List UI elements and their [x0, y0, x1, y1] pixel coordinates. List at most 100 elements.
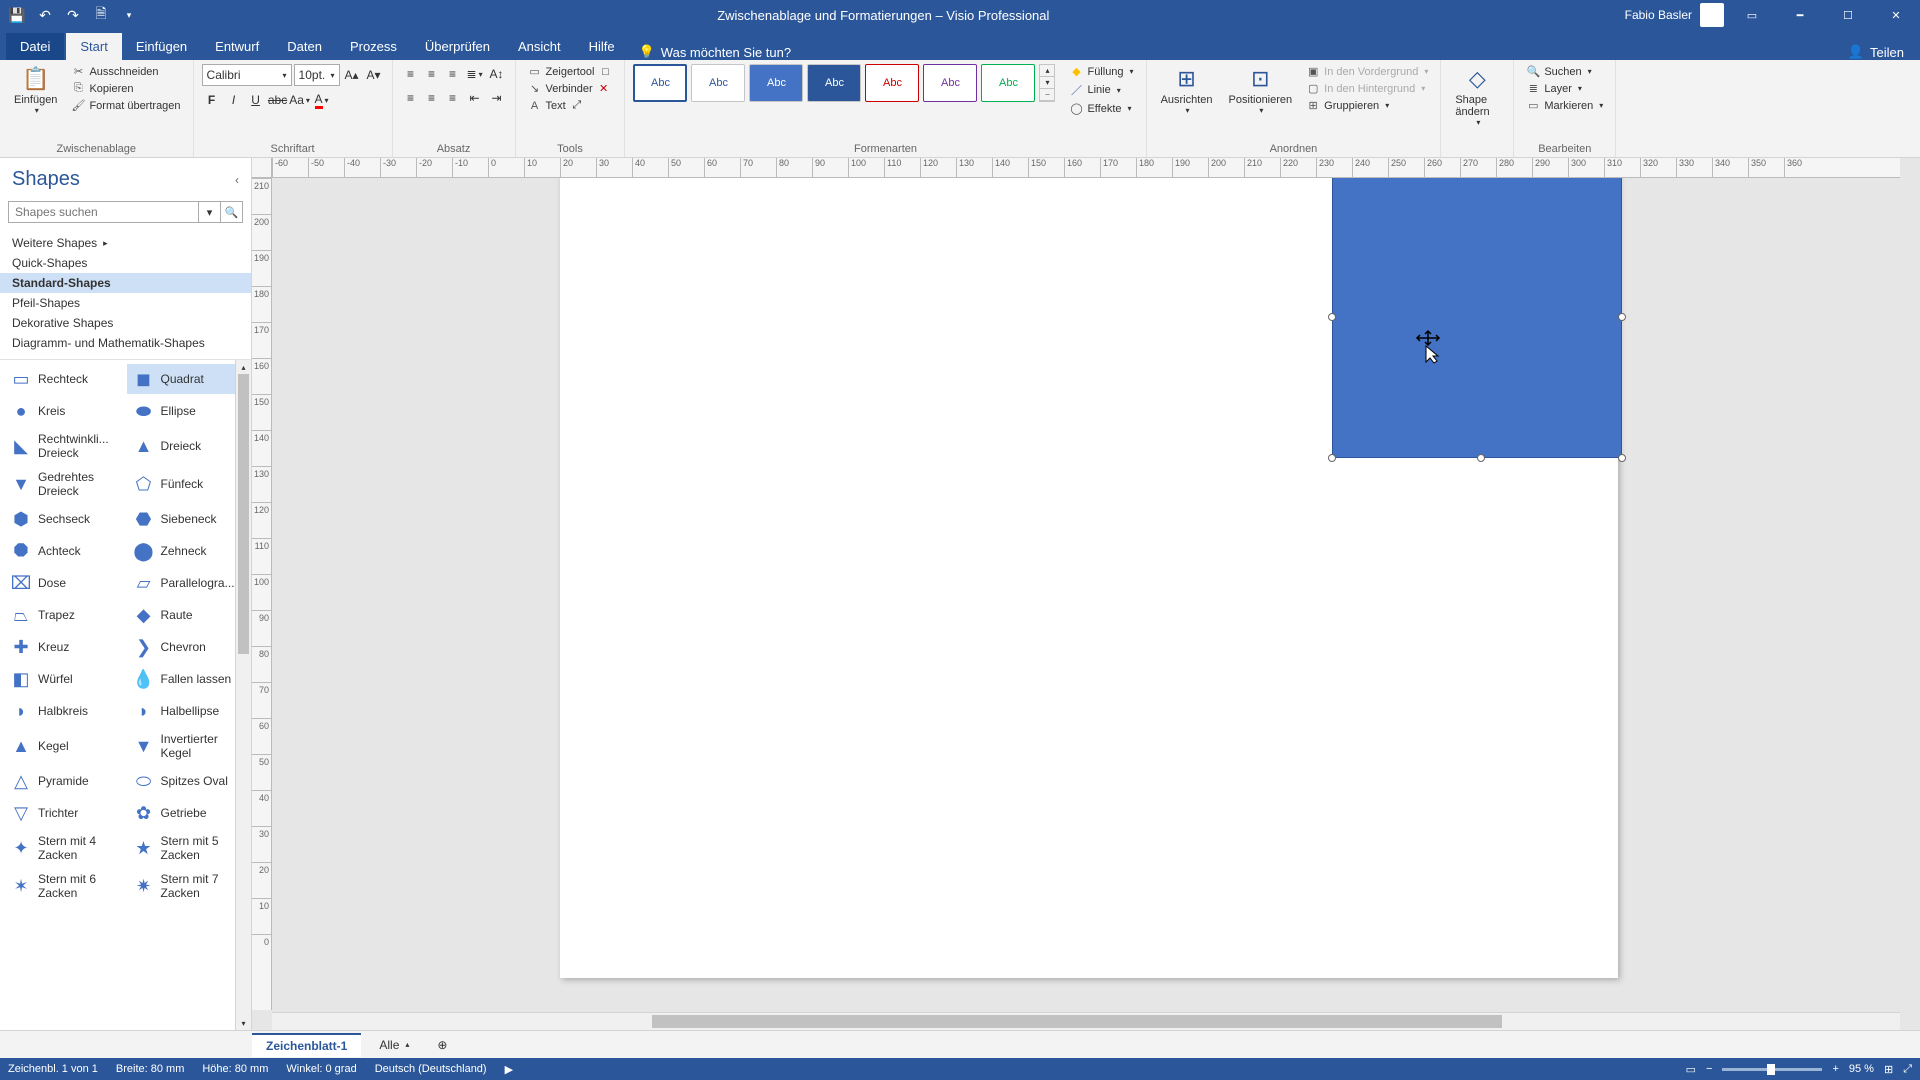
shape-item-stern-mit-zacken[interactable]: ✷Stern mit 7 Zacken: [127, 868, 248, 904]
shrink-font-button[interactable]: A▾: [364, 65, 384, 85]
tab-datei[interactable]: Datei: [6, 33, 64, 60]
handle-e[interactable]: [1618, 313, 1626, 321]
send-back-button[interactable]: ▢In den Hintergrund▾: [1302, 81, 1432, 96]
style-1[interactable]: Abc: [633, 64, 687, 102]
find-button[interactable]: 🔍Suchen▾: [1522, 64, 1607, 79]
close-button[interactable]: ✕: [1876, 0, 1916, 30]
fullscreen-button[interactable]: ⤢: [1903, 1063, 1912, 1076]
shape-item-kreis[interactable]: ●Kreis: [4, 396, 125, 426]
share-button[interactable]: 👤 Teilen: [1832, 44, 1920, 60]
style-2[interactable]: Abc: [691, 64, 745, 102]
font-size-combo[interactable]: 10pt.▾: [294, 64, 340, 86]
shape-item-w-rfel[interactable]: ◧Würfel: [4, 664, 125, 694]
tab-einfuegen[interactable]: Einfügen: [122, 33, 201, 60]
layer-button[interactable]: ≣Layer▾: [1522, 81, 1607, 96]
shape-item-achteck[interactable]: ⯃Achteck: [4, 536, 125, 566]
shape-item-invertierter-kegel[interactable]: ▼Invertierter Kegel: [127, 728, 248, 764]
underline-button[interactable]: U: [246, 90, 266, 110]
shapes-scrollbar[interactable]: ▴ ▾: [235, 360, 251, 1030]
tab-entwurf[interactable]: Entwurf: [201, 33, 273, 60]
shape-item-getriebe[interactable]: ✿Getriebe: [127, 798, 248, 828]
bold-button[interactable]: F: [202, 90, 222, 110]
zoom-in-button[interactable]: +: [1832, 1063, 1838, 1075]
decrease-indent[interactable]: ⇤: [465, 88, 485, 108]
canvas-area[interactable]: -60-50-40-30-20-100102030405060708090100…: [252, 158, 1920, 1030]
fit-page-button[interactable]: ⊞: [1884, 1063, 1893, 1076]
effects-button[interactable]: ◯Effekte▾: [1065, 101, 1137, 116]
hscroll-thumb[interactable]: [652, 1015, 1502, 1028]
shape-item-halbkreis[interactable]: ◗Halbkreis: [4, 696, 125, 726]
page-tab-1[interactable]: Zeichenblatt-1: [252, 1033, 361, 1057]
shape-item-f-nfeck[interactable]: ⬠Fünfeck: [127, 466, 248, 502]
collapse-panel-button[interactable]: ‹: [235, 173, 239, 187]
undo-button[interactable]: ↶: [32, 2, 58, 28]
search-dropdown[interactable]: ▾: [199, 201, 221, 223]
macro-icon[interactable]: ▶: [505, 1063, 513, 1076]
shape-item-stern-mit-zacken[interactable]: ✦Stern mit 4 Zacken: [4, 830, 125, 866]
tab-ansicht[interactable]: Ansicht: [504, 33, 575, 60]
align-top-right[interactable]: ≡: [443, 64, 463, 84]
style-5[interactable]: Abc: [865, 64, 919, 102]
horizontal-ruler[interactable]: -60-50-40-30-20-100102030405060708090100…: [272, 158, 1900, 178]
shape-item-zehneck[interactable]: ⬤Zehneck: [127, 536, 248, 566]
style-3[interactable]: Abc: [749, 64, 803, 102]
minimize-button[interactable]: ━: [1780, 0, 1820, 30]
shape-item-halbellipse[interactable]: ◗Halbellipse: [127, 696, 248, 726]
text-direction-button[interactable]: A↕: [487, 64, 507, 84]
presentation-mode[interactable]: ▭: [1686, 1063, 1696, 1076]
shape-item-stern-mit-zacken[interactable]: ★Stern mit 5 Zacken: [127, 830, 248, 866]
font-color-button[interactable]: A▾: [312, 90, 332, 110]
case-button[interactable]: Aa▾: [290, 90, 310, 110]
tell-me-search[interactable]: 💡 Was möchten Sie tun?: [629, 44, 802, 60]
gallery-scroll[interactable]: ▴▾⎯: [1039, 64, 1055, 102]
save-button[interactable]: 💾: [4, 2, 30, 28]
zoom-out-button[interactable]: −: [1706, 1063, 1712, 1075]
handle-sw[interactable]: [1328, 454, 1336, 462]
shape-item-raute[interactable]: ◆Raute: [127, 600, 248, 630]
all-pages-tab[interactable]: Alle▴: [369, 1034, 419, 1056]
scroll-thumb[interactable]: [238, 374, 249, 654]
connector-tool[interactable]: ↘Verbinder✕: [524, 81, 617, 96]
shape-item-trichter[interactable]: ▽Trichter: [4, 798, 125, 828]
shape-item-dose[interactable]: ⌧Dose: [4, 568, 125, 598]
style-6[interactable]: Abc: [923, 64, 977, 102]
tab-prozess[interactable]: Prozess: [336, 33, 411, 60]
fill-button[interactable]: ◆Füllung▾: [1065, 64, 1137, 79]
shape-item-kegel[interactable]: ▲Kegel: [4, 728, 125, 764]
grow-font-button[interactable]: A▴: [342, 65, 362, 85]
italic-button[interactable]: I: [224, 90, 244, 110]
shape-item-pyramide[interactable]: △Pyramide: [4, 766, 125, 796]
stencil-2[interactable]: Standard-Shapes: [0, 273, 251, 293]
new-page-button[interactable]: ⊕: [427, 1034, 457, 1056]
bring-front-button[interactable]: ▣In den Vordergrund▾: [1302, 64, 1432, 79]
group-button[interactable]: ⊞Gruppieren▾: [1302, 98, 1432, 113]
canvas[interactable]: [272, 178, 1900, 1010]
shape-item-trapez[interactable]: ⏢Trapez: [4, 600, 125, 630]
strikethrough-button[interactable]: abc: [268, 90, 288, 110]
align-center[interactable]: ≡: [422, 88, 442, 108]
cut-button[interactable]: ✂Ausschneiden: [67, 64, 184, 79]
shape-item-fallen-lassen[interactable]: 💧Fallen lassen: [127, 664, 248, 694]
style-gallery[interactable]: Abc Abc Abc Abc Abc Abc Abc ▴▾⎯: [633, 64, 1055, 102]
shape-item-ellipse[interactable]: ⬬Ellipse: [127, 396, 248, 426]
select-button[interactable]: ▭Markieren▾: [1522, 98, 1607, 113]
align-top-left[interactable]: ≡: [401, 64, 421, 84]
change-shape-button[interactable]: ◇Shape ändern▾: [1449, 64, 1505, 129]
search-go-button[interactable]: 🔍: [221, 201, 243, 223]
align-button[interactable]: ⊞Ausrichten▾: [1155, 64, 1219, 117]
tab-hilfe[interactable]: Hilfe: [575, 33, 629, 60]
shape-item-parallelogra-[interactable]: ▱Parallelogra...: [127, 568, 248, 598]
stencil-3[interactable]: Pfeil-Shapes: [0, 293, 251, 313]
scroll-up-button[interactable]: ▴: [236, 360, 251, 374]
zoom-level[interactable]: 95 %: [1849, 1063, 1874, 1075]
align-left[interactable]: ≡: [401, 88, 421, 108]
stencil-1[interactable]: Quick-Shapes: [0, 253, 251, 273]
shape-item-quadrat[interactable]: ◼Quadrat: [127, 364, 248, 394]
align-top-center[interactable]: ≡: [422, 64, 442, 84]
style-7[interactable]: Abc: [981, 64, 1035, 102]
shape-item-chevron[interactable]: ❯Chevron: [127, 632, 248, 662]
handle-s[interactable]: [1477, 454, 1485, 462]
shape-item-spitzes-oval[interactable]: ⬭Spitzes Oval: [127, 766, 248, 796]
shape-item-rechtwinkli-dreieck[interactable]: ◣Rechtwinkli... Dreieck: [4, 428, 125, 464]
style-4[interactable]: Abc: [807, 64, 861, 102]
